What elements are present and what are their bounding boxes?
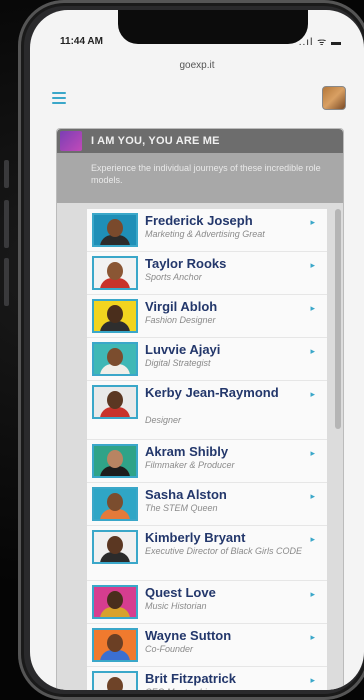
person-role: Music Historian	[145, 601, 207, 611]
person-role: The STEM Queen	[145, 503, 218, 513]
chevron-right-icon: ▸	[310, 260, 315, 270]
chevron-right-icon: ▸	[310, 534, 315, 544]
collection-card: I AM YOU, YOU ARE ME Experience the indi…	[56, 128, 344, 690]
profile-photo	[92, 585, 138, 619]
card-description-panel: Experience the individual journeys of th…	[57, 153, 343, 203]
list-item[interactable]: Kimberly Bryant Executive Director of Bla…	[87, 526, 327, 581]
person-role: Digital Strategist	[145, 358, 211, 368]
chevron-right-icon: ▸	[310, 217, 315, 227]
profile-photo	[92, 530, 138, 564]
list-item[interactable]: Taylor Rooks Sports Anchor ▸	[87, 252, 327, 295]
chevron-right-icon: ▸	[310, 346, 315, 356]
collection-logo-icon	[60, 131, 82, 151]
profile-photo	[92, 671, 138, 690]
browser-url[interactable]: goexp.it	[30, 60, 364, 71]
person-name: Virgil Abloh	[145, 299, 218, 314]
person-role: Marketing & Advertising Great	[145, 229, 265, 239]
person-role: CEO Mentorship	[145, 687, 305, 690]
profile-photo	[92, 213, 138, 247]
phone-notch	[118, 10, 308, 44]
phone-volume-down	[4, 258, 9, 306]
person-name: Kerby Jean-Raymond	[145, 385, 279, 400]
person-name: Brit Fitzpatrick	[145, 671, 237, 686]
chevron-right-icon: ▸	[310, 491, 315, 501]
person-name: Taylor Rooks	[145, 256, 227, 271]
chevron-right-icon: ▸	[310, 589, 315, 599]
person-name: Quest Love	[145, 585, 216, 600]
list-item[interactable]: Virgil Abloh Fashion Designer ▸	[87, 295, 327, 338]
person-name: Wayne Sutton	[145, 628, 232, 643]
profile-photo	[92, 342, 138, 376]
chevron-right-icon: ▸	[310, 675, 315, 685]
profile-photo	[92, 444, 138, 478]
person-name: Sasha Alston	[145, 487, 227, 502]
phone-screen: 11:44 AM ..ıl ᯤ ▬ goexp.it I AM YOU, YOU…	[30, 10, 364, 690]
scrollbar[interactable]	[335, 209, 341, 429]
profile-photo	[92, 299, 138, 333]
person-name: Luvvie Ajayi	[145, 342, 221, 357]
chevron-right-icon: ▸	[310, 448, 315, 458]
user-avatar[interactable]	[322, 86, 346, 110]
chevron-right-icon: ▸	[310, 389, 315, 399]
list-item[interactable]: Kerby Jean-Raymond Designer ▸	[87, 381, 327, 440]
chevron-right-icon: ▸	[310, 303, 315, 313]
person-role: Filmmaker & Producer	[145, 460, 235, 470]
phone-side-button	[4, 160, 9, 188]
person-name: Frederick Joseph	[145, 213, 253, 228]
person-role: Executive Director of Black Girls CODE	[145, 546, 303, 556]
profile-photo	[92, 256, 138, 290]
person-role: Co-Founder	[145, 644, 194, 654]
profile-photo	[92, 385, 138, 419]
card-title: I AM YOU, YOU ARE ME	[91, 135, 220, 147]
card-header: I AM YOU, YOU ARE ME	[57, 129, 343, 153]
hamburger-icon[interactable]	[52, 92, 66, 104]
profile-photo	[92, 487, 138, 521]
people-list: Frederick Joseph Marketing & Advertising …	[87, 209, 327, 690]
app-header	[30, 80, 364, 120]
list-item[interactable]: Luvvie Ajayi Digital Strategist ▸	[87, 338, 327, 381]
card-description: Experience the individual journeys of th…	[91, 163, 321, 185]
chevron-right-icon: ▸	[310, 632, 315, 642]
list-item[interactable]: Sasha Alston The STEM Queen ▸	[87, 483, 327, 526]
list-item[interactable]: Brit FitzpatrickCEO Mentorship ▸	[87, 667, 327, 690]
person-role: Designer	[145, 415, 182, 425]
person-role: Sports Anchor	[145, 272, 202, 282]
person-name: Kimberly Bryant	[145, 530, 246, 545]
person-role: Fashion Designer	[145, 315, 216, 325]
status-time: 11:44 AM	[60, 36, 103, 47]
list-item[interactable]: Akram Shibly Filmmaker & Producer ▸	[87, 440, 327, 483]
profile-photo	[92, 628, 138, 662]
list-item[interactable]: Wayne Sutton Co-Founder ▸	[87, 624, 327, 667]
person-name: Akram Shibly	[145, 444, 229, 459]
phone-volume-up	[4, 200, 9, 248]
status-icons: ..ıl ᯤ ▬	[298, 37, 342, 48]
list-item[interactable]: Quest Love Music Historian ▸	[87, 581, 327, 624]
list-item[interactable]: Frederick Joseph Marketing & Advertising …	[87, 209, 327, 252]
